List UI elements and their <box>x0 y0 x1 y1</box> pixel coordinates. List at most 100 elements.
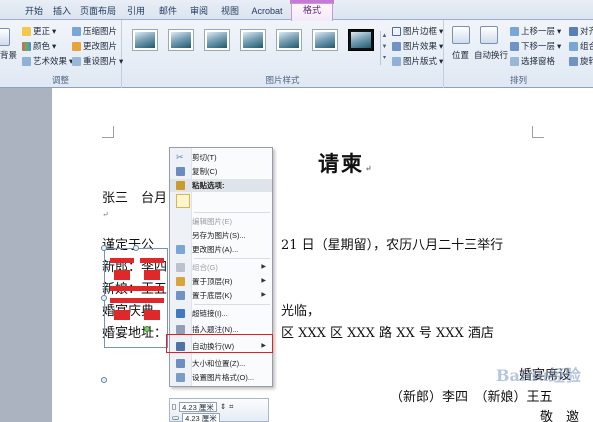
dropdown-arrow-icon: ▾ <box>439 41 444 51</box>
menu-item-format-picture[interactable]: 设置图片格式(O)... <box>170 371 272 384</box>
align-label: 对齐 <box>580 26 593 36</box>
picture-style-thumb[interactable] <box>240 29 266 51</box>
tab-references[interactable]: 引用 <box>124 5 148 20</box>
send-backward-button[interactable]: 下移一层 ▾ <box>510 41 561 52</box>
compress-pictures-button[interactable]: 压缩图片 <box>72 26 117 37</box>
rotate-button[interactable]: 旋转 <box>569 56 593 67</box>
menu-item-save-as-picture-label: 另存为图片(S)... <box>192 231 246 240</box>
position-icon[interactable] <box>452 26 470 44</box>
ribbon-body: 背景 更正 ▾ 颜色 ▾ 艺术效果 ▾ 压缩图片 更 <box>0 20 593 88</box>
wrap-text-button[interactable]: 自动换行 <box>474 50 508 61</box>
picture-style-thumb[interactable] <box>348 29 374 51</box>
picture-style-thumb[interactable] <box>168 29 194 51</box>
menu-item-insert-caption-label: 插入题注(N)... <box>192 325 239 334</box>
gallery-more-icon[interactable]: ▾ <box>381 53 388 64</box>
crop-tool-icon[interactable]: ⌗ <box>229 402 233 412</box>
menu-item-edit-picture[interactable]: 编辑图片(E) <box>170 215 272 228</box>
change-picture-button[interactable]: 更改图片 <box>72 41 117 52</box>
menu-item-paste-options-label: 粘贴选项: <box>192 181 225 190</box>
document-title: 请柬↵ <box>318 148 374 178</box>
change-picture-icon <box>176 245 185 254</box>
tab-page-layout[interactable]: 页面布局 <box>80 5 116 20</box>
tab-home[interactable]: 开始 <box>20 5 48 20</box>
resize-handle[interactable] <box>101 295 107 301</box>
document-title-text: 请柬 <box>318 151 364 176</box>
tab-mailings[interactable]: 邮件 <box>156 5 180 20</box>
menu-item-bring-to-front-label: 置于顶层(R) <box>192 277 233 286</box>
wrap-text-icon[interactable] <box>480 26 498 44</box>
selection-pane-icon <box>510 57 519 66</box>
color-button[interactable]: 颜色 ▾ <box>22 41 56 52</box>
submenu-arrow-icon: ▶ <box>261 278 266 284</box>
group-label: 组合 <box>580 41 593 51</box>
menu-item-change-picture-label: 更改图片(A)... <box>192 245 239 254</box>
height-field[interactable]: 4.23 厘米 <box>179 401 217 412</box>
menu-item-hyperlink[interactable]: 超链接(I)... <box>170 307 272 320</box>
paste-keep-formatting-icon[interactable] <box>176 194 190 208</box>
remove-background-button[interactable]: 背景 <box>0 50 17 61</box>
resize-handle[interactable] <box>101 245 107 251</box>
double-happiness-image[interactable] <box>110 252 168 352</box>
align-button[interactable]: 对齐 <box>569 26 593 37</box>
bring-forward-button[interactable]: 上移一层 ▾ <box>510 26 561 37</box>
picture-effects-button[interactable]: 图片效果 ▾ <box>392 41 443 52</box>
picture-style-thumb[interactable] <box>132 29 158 51</box>
reset-picture-button[interactable]: 重设图片 ▾ <box>72 56 123 67</box>
picture-border-button[interactable]: 图片边框 ▾ <box>392 26 443 37</box>
menu-item-copy[interactable]: 复制(C) <box>170 165 272 178</box>
group-picture-styles-title: 图片样式 <box>265 75 300 85</box>
picture-style-thumb[interactable] <box>276 29 302 51</box>
menu-item-size-position-label: 大小和位置(Z)... <box>192 359 246 368</box>
dropdown-arrow-icon: ▾ <box>439 26 444 36</box>
menu-item-bring-to-front[interactable]: 置于顶层(R) ▶ <box>170 275 272 288</box>
width-field[interactable]: 4.23 厘米 <box>182 412 220 422</box>
ribbon-tab-bar: 开始 插入 页面布局 引用 邮件 审阅 视图 Acrobat 格式 <box>0 0 593 21</box>
doc-line-2b: 21 日（星期留），农历八月二十三举行 <box>281 238 504 253</box>
menu-item-save-as-picture[interactable]: 另存为图片(S)... <box>170 229 272 242</box>
bring-forward-label: 上移一层 <box>521 26 556 36</box>
tab-acrobat[interactable]: Acrobat <box>248 5 286 20</box>
menu-item-send-to-back[interactable]: 置于底层(K) ▶ <box>170 289 272 302</box>
resize-handle[interactable] <box>133 245 139 251</box>
rotation-handle[interactable] <box>144 326 150 332</box>
menu-item-size-position[interactable]: 大小和位置(Z)... <box>170 357 272 370</box>
gallery-scroll[interactable]: ▲ ▼ ▾ <box>380 31 388 65</box>
dropdown-arrow-icon: ▾ <box>557 26 562 36</box>
picture-layout-button[interactable]: 图片版式 ▾ <box>392 56 443 67</box>
paragraph-mark: ↵ <box>102 210 109 219</box>
watermark: Baidu经验 <box>496 366 581 385</box>
position-button[interactable]: 位置 <box>452 50 469 61</box>
tab-format[interactable]: 格式 <box>291 3 333 21</box>
caption-icon <box>176 325 185 334</box>
menu-item-cut[interactable]: ✂ 剪切(T) <box>170 151 272 164</box>
menu-item-cut-label: 剪切(T) <box>192 153 217 162</box>
menu-item-group-label: 组合(G) <box>192 263 218 272</box>
selection-pane-button[interactable]: 选择窗格 <box>510 56 555 67</box>
tab-insert[interactable]: 插入 <box>50 5 74 20</box>
size-position-icon <box>176 359 185 368</box>
picture-style-thumb[interactable] <box>312 29 338 51</box>
picture-effects-label: 图片效果 <box>403 41 438 51</box>
tab-view[interactable]: 视图 <box>218 5 242 20</box>
compress-label: 压缩图片 <box>83 26 118 36</box>
artistic-effects-button[interactable]: 艺术效果 ▾ <box>22 56 73 67</box>
dropdown-arrow-icon: ▾ <box>439 56 444 66</box>
group-adjust: 背景 更正 ▾ 颜色 ▾ 艺术效果 ▾ 压缩图片 更 <box>0 20 123 88</box>
scroll-up-icon[interactable]: ▲ <box>381 31 388 42</box>
corrections-button[interactable]: 更正 ▾ <box>22 26 56 37</box>
bring-forward-icon <box>510 27 519 36</box>
group-button[interactable]: 组合 <box>569 41 593 52</box>
crop-mark <box>102 126 114 138</box>
mini-height-row: ▯ 4.23 厘米 ⇕ ⌗ <box>172 401 233 412</box>
remove-background-icon[interactable] <box>0 28 10 46</box>
picture-style-thumb[interactable] <box>204 29 230 51</box>
scroll-down-icon[interactable]: ▼ <box>381 42 388 53</box>
resize-handle[interactable] <box>101 377 107 383</box>
group-icon <box>176 263 185 272</box>
menu-item-group[interactable]: 组合(G) ▶ <box>170 261 272 274</box>
group-icon <box>569 42 578 51</box>
bring-to-front-icon <box>176 277 185 286</box>
menu-item-change-picture[interactable]: 更改图片(A)... <box>170 243 272 256</box>
tab-review[interactable]: 审阅 <box>187 5 211 20</box>
spin-icon[interactable]: ⇕ <box>220 402 226 411</box>
